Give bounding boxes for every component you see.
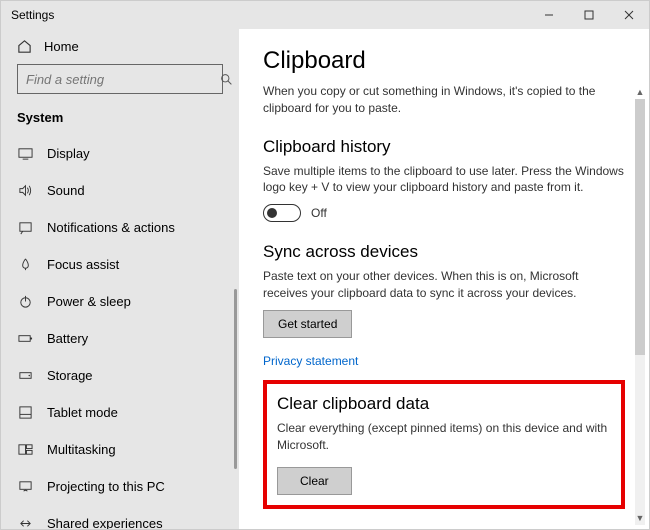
power-icon bbox=[17, 294, 33, 309]
display-icon bbox=[17, 146, 33, 161]
window-title: Settings bbox=[1, 8, 54, 22]
search-input[interactable] bbox=[17, 64, 223, 94]
focus-assist-icon bbox=[17, 257, 33, 272]
privacy-statement-link[interactable]: Privacy statement bbox=[263, 354, 358, 368]
sidebar-section-title: System bbox=[1, 104, 239, 135]
clear-desc: Clear everything (except pinned items) o… bbox=[277, 420, 611, 454]
clear-button[interactable]: Clear bbox=[277, 467, 352, 495]
sidebar-item-focus-assist[interactable]: Focus assist bbox=[1, 246, 239, 283]
section-clipboard-history: Clipboard history Save multiple items to… bbox=[263, 137, 625, 223]
sidebar-item-label: Tablet mode bbox=[47, 405, 118, 420]
tablet-mode-icon bbox=[17, 405, 33, 420]
section-clear-clipboard: Clear clipboard data Clear everything (e… bbox=[263, 380, 625, 510]
sidebar-item-tablet-mode[interactable]: Tablet mode bbox=[1, 394, 239, 431]
sidebar-item-display[interactable]: Display bbox=[1, 135, 239, 172]
content-scrollbar[interactable]: ▲ ▼ bbox=[635, 99, 645, 525]
sound-icon bbox=[17, 183, 33, 198]
toggle-knob bbox=[267, 208, 277, 218]
storage-icon bbox=[17, 368, 33, 383]
sidebar-item-label: Focus assist bbox=[47, 257, 119, 272]
battery-icon bbox=[17, 331, 33, 346]
section-sync: Sync across devices Paste text on your o… bbox=[263, 242, 625, 338]
history-toggle-state: Off bbox=[311, 205, 327, 222]
sync-desc: Paste text on your other devices. When t… bbox=[263, 268, 625, 302]
sidebar: Home System Display Sound Notifications … bbox=[1, 29, 239, 529]
title-bar: Settings bbox=[1, 1, 649, 29]
sidebar-item-label: Shared experiences bbox=[47, 516, 163, 529]
sidebar-item-shared-experiences[interactable]: Shared experiences bbox=[1, 505, 239, 529]
notifications-icon bbox=[17, 220, 33, 235]
get-started-button[interactable]: Get started bbox=[263, 310, 352, 338]
sidebar-item-battery[interactable]: Battery bbox=[1, 320, 239, 357]
window-body: Home System Display Sound Notifications … bbox=[1, 29, 649, 529]
projecting-icon bbox=[17, 479, 33, 494]
history-desc: Save multiple items to the clipboard to … bbox=[263, 163, 625, 197]
window-controls bbox=[529, 1, 649, 29]
sidebar-item-multitasking[interactable]: Multitasking bbox=[1, 431, 239, 468]
sidebar-item-label: Battery bbox=[47, 331, 88, 346]
sidebar-home[interactable]: Home bbox=[1, 29, 239, 64]
settings-window: Settings Home System Display So bbox=[0, 0, 650, 530]
sidebar-item-notifications[interactable]: Notifications & actions bbox=[1, 209, 239, 246]
scroll-down-icon[interactable]: ▼ bbox=[635, 511, 645, 525]
sidebar-item-sound[interactable]: Sound bbox=[1, 172, 239, 209]
search-field[interactable] bbox=[18, 72, 212, 87]
shared-experiences-icon bbox=[17, 516, 33, 529]
sidebar-home-label: Home bbox=[44, 39, 79, 54]
sidebar-item-label: Power & sleep bbox=[47, 294, 131, 309]
sidebar-item-label: Notifications & actions bbox=[47, 220, 175, 235]
sidebar-item-label: Projecting to this PC bbox=[47, 479, 165, 494]
sync-title: Sync across devices bbox=[263, 242, 625, 262]
history-toggle[interactable] bbox=[263, 204, 301, 222]
scroll-up-icon[interactable]: ▲ bbox=[635, 85, 645, 99]
maximize-button[interactable] bbox=[569, 1, 609, 29]
multitasking-icon bbox=[17, 442, 33, 457]
page-title: Clipboard bbox=[263, 47, 625, 75]
sidebar-item-storage[interactable]: Storage bbox=[1, 357, 239, 394]
minimize-button[interactable] bbox=[529, 1, 569, 29]
search-icon bbox=[212, 73, 241, 86]
sidebar-item-projecting[interactable]: Projecting to this PC bbox=[1, 468, 239, 505]
scrollbar-thumb[interactable] bbox=[635, 99, 645, 355]
sidebar-scrollbar[interactable] bbox=[234, 289, 237, 469]
clear-title: Clear clipboard data bbox=[277, 394, 611, 414]
sidebar-item-label: Multitasking bbox=[47, 442, 116, 457]
sidebar-item-power-sleep[interactable]: Power & sleep bbox=[1, 283, 239, 320]
close-button[interactable] bbox=[609, 1, 649, 29]
sidebar-nav: Display Sound Notifications & actions Fo… bbox=[1, 135, 239, 529]
page-intro: When you copy or cut something in Window… bbox=[263, 83, 625, 117]
sidebar-item-label: Storage bbox=[47, 368, 93, 383]
content-area: Clipboard When you copy or cut something… bbox=[239, 29, 649, 529]
sidebar-item-label: Sound bbox=[47, 183, 85, 198]
history-title: Clipboard history bbox=[263, 137, 625, 157]
sidebar-item-label: Display bbox=[47, 146, 90, 161]
home-icon bbox=[17, 39, 32, 54]
